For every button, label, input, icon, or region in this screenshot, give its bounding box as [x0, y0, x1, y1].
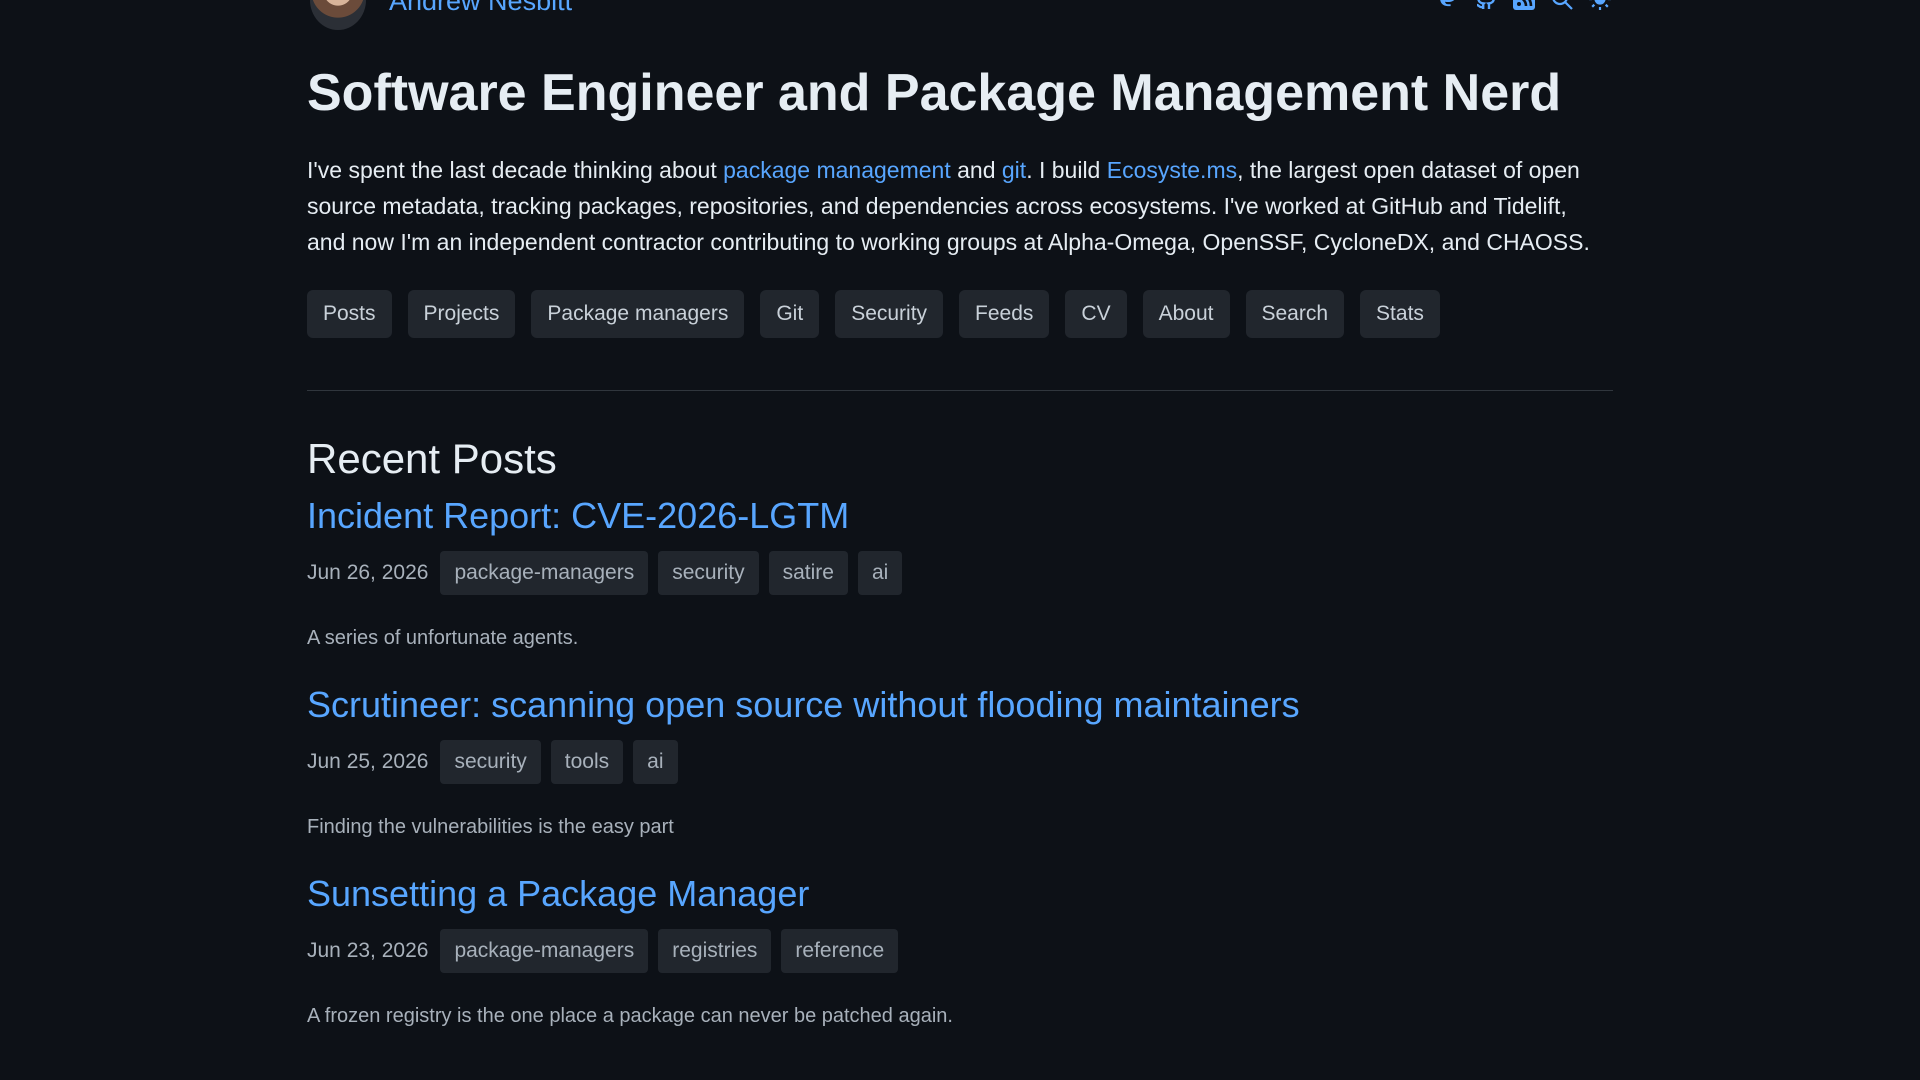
- divider: [307, 390, 1613, 392]
- post-item: Scrutineer: scanning open source without…: [307, 682, 1613, 839]
- nav-package-managers[interactable]: Package managers: [531, 290, 745, 339]
- tag-package-managers[interactable]: package-managers: [440, 929, 649, 974]
- link-git[interactable]: git: [1002, 157, 1026, 183]
- tag-reference[interactable]: reference: [781, 929, 899, 974]
- post-description: A series of unfortunate agents.: [307, 627, 579, 650]
- tag-security[interactable]: security: [658, 551, 759, 596]
- post-date: Jun 23, 2026: [307, 939, 429, 963]
- link-ecosystems[interactable]: Ecosyste.ms: [1107, 157, 1237, 183]
- main-nav: Posts Projects Package managers Git Secu…: [307, 290, 1613, 339]
- tag-ai[interactable]: ai: [633, 740, 678, 785]
- nav-git[interactable]: Git: [760, 290, 820, 339]
- nav-stats[interactable]: Stats: [1360, 290, 1440, 339]
- github-icon[interactable]: [1473, 0, 1499, 12]
- link-package-management[interactable]: package management: [723, 157, 951, 183]
- rss-icon[interactable]: [1511, 0, 1537, 12]
- tag-satire[interactable]: satire: [768, 551, 848, 596]
- post-meta: Jun 23, 2026 package-managers registries…: [307, 929, 1613, 974]
- tag-tools[interactable]: tools: [550, 740, 624, 785]
- nav-feeds[interactable]: Feeds: [959, 290, 1050, 339]
- nav-cv[interactable]: CV: [1065, 290, 1127, 339]
- avatar[interactable]: [310, 0, 366, 30]
- post-title-link[interactable]: Scrutineer: scanning open source without…: [307, 682, 1613, 728]
- post-meta: Jun 25, 2026 security tools ai: [307, 740, 1613, 785]
- page-container: Andrew Nesbitt Software Engineer and Pac…: [307, 0, 1613, 1028]
- post-title-link[interactable]: Sunsetting a Package Manager: [307, 871, 1613, 917]
- intro-text: I've spent the last decade thinking abou…: [307, 157, 724, 184]
- post-item: Incident Report: CVE-2026-LGTM Jun 26, 2…: [307, 493, 1613, 650]
- tag-security[interactable]: security: [440, 740, 541, 785]
- post-date: Jun 26, 2026: [307, 561, 429, 585]
- tag-package-managers[interactable]: package-managers: [440, 551, 649, 596]
- mastodon-icon[interactable]: [1435, 0, 1461, 12]
- site-name-link[interactable]: Andrew Nesbitt: [389, 0, 572, 17]
- intro-paragraph: I've spent the last decade thinking abou…: [307, 152, 1607, 260]
- post-date: Jun 25, 2026: [307, 750, 429, 774]
- nav-posts[interactable]: Posts: [307, 290, 392, 339]
- header-icons: [1435, 0, 1613, 12]
- post-description: Finding the vulnerabilities is the easy …: [307, 816, 674, 839]
- tag-registries[interactable]: registries: [658, 929, 772, 974]
- page-title: Software Engineer and Package Management…: [307, 64, 1562, 122]
- intro-text: and: [950, 157, 1002, 184]
- nav-security[interactable]: Security: [835, 290, 944, 339]
- nav-projects[interactable]: Projects: [407, 290, 516, 339]
- tag-ai[interactable]: ai: [857, 551, 903, 596]
- post-title-link[interactable]: Incident Report: CVE-2026-LGTM: [307, 493, 1613, 539]
- nav-about[interactable]: About: [1142, 290, 1230, 339]
- search-icon[interactable]: [1549, 0, 1575, 12]
- recent-posts-heading: Recent Posts: [307, 435, 557, 483]
- nav-search[interactable]: Search: [1245, 290, 1345, 339]
- post-item: Sunsetting a Package Manager Jun 23, 202…: [307, 871, 1613, 1028]
- intro-text: . I build: [1026, 157, 1107, 184]
- post-description: A frozen registry is the one place a pac…: [307, 1005, 953, 1028]
- post-meta: Jun 26, 2026 package-managers security s…: [307, 551, 1613, 596]
- site-header: Andrew Nesbitt: [307, 0, 1613, 32]
- theme-toggle-icon[interactable]: [1587, 0, 1613, 12]
